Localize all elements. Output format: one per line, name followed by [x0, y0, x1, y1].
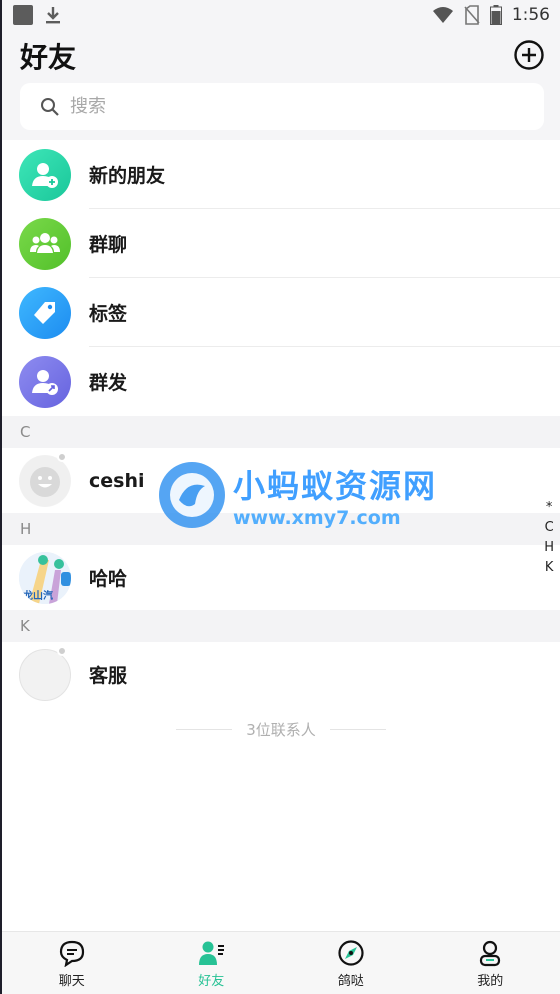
- avatar: [19, 648, 71, 701]
- tags-label: 标签: [89, 303, 128, 325]
- add-circle-button[interactable]: [513, 39, 545, 71]
- group-chat-row[interactable]: 群聊: [2, 209, 560, 278]
- notification-square-icon: [13, 5, 33, 25]
- section-header-h: H: [2, 513, 560, 545]
- wifi-icon: [432, 7, 453, 23]
- broadcast-row[interactable]: 群发: [2, 347, 560, 416]
- status-dot: [57, 646, 67, 656]
- new-friends-label: 新的朋友: [89, 165, 166, 187]
- index-letter[interactable]: H: [544, 540, 554, 555]
- friends-icon: [199, 941, 225, 965]
- avatar: [19, 454, 71, 507]
- alphabet-index[interactable]: * C H K: [544, 500, 554, 575]
- section-header-k: K: [2, 610, 560, 642]
- contact-name: ceshi: [89, 469, 145, 492]
- download-icon: [46, 7, 60, 24]
- profile-icon: [480, 940, 501, 967]
- bottom-tab-bar: 聊天 好友 鸽哒 我的: [2, 931, 560, 994]
- tab-label: 好友: [198, 974, 225, 989]
- contact-count: 3位联系人: [2, 719, 560, 740]
- smiley-avatar-icon: [20, 455, 70, 506]
- divider: [329, 729, 386, 730]
- status-bar: 1:56: [2, 0, 560, 30]
- group-chat-label: 群聊: [89, 234, 128, 256]
- no-sim-icon: [464, 5, 480, 25]
- contact-name: 客服: [89, 665, 128, 687]
- chat-icon: [59, 940, 84, 967]
- add-user-icon: [19, 148, 71, 201]
- section-header-c: C: [2, 416, 560, 448]
- status-dot: [57, 452, 67, 462]
- search-bar[interactable]: [20, 83, 544, 130]
- index-letter[interactable]: K: [545, 560, 554, 575]
- divider: [176, 729, 233, 730]
- new-friends-row[interactable]: 新的朋友: [2, 140, 560, 209]
- avatar-map-text: 龙山汽: [23, 590, 53, 602]
- tag-icon: [19, 286, 71, 339]
- battery-icon: [489, 5, 502, 25]
- contact-name: 哈哈: [89, 568, 128, 590]
- index-letter[interactable]: C: [545, 520, 554, 535]
- feature-list: 新的朋友 群聊 标签 群发: [2, 140, 560, 416]
- tab-discover[interactable]: 鸽哒: [281, 932, 421, 994]
- contact-row[interactable]: 龙山汽 哈哈: [2, 545, 560, 610]
- page-title: 好友: [20, 41, 77, 74]
- broadcast-user-icon: [19, 355, 71, 408]
- avatar: 龙山汽: [19, 551, 71, 604]
- app-screen: 1:56 好友 新的朋: [0, 0, 560, 994]
- header: 好友: [2, 30, 560, 140]
- tab-profile[interactable]: 我的: [421, 932, 560, 994]
- discover-icon: [338, 940, 364, 966]
- index-letter[interactable]: *: [546, 500, 553, 515]
- contact-row[interactable]: ceshi: [2, 448, 560, 513]
- tab-chat[interactable]: 聊天: [2, 932, 142, 994]
- contact-count-text: 3位联系人: [246, 721, 316, 739]
- group-icon: [19, 217, 71, 270]
- clock: 1:56: [511, 5, 550, 25]
- tab-label: 聊天: [58, 974, 85, 989]
- tab-label: 我的: [477, 974, 504, 989]
- contact-row[interactable]: 客服: [2, 642, 560, 707]
- tags-row[interactable]: 标签: [2, 278, 560, 347]
- search-icon: [41, 97, 59, 116]
- tab-friends[interactable]: 好友: [142, 932, 282, 994]
- search-input[interactable]: [70, 96, 470, 117]
- tab-label: 鸽哒: [337, 974, 364, 989]
- broadcast-label: 群发: [89, 372, 128, 394]
